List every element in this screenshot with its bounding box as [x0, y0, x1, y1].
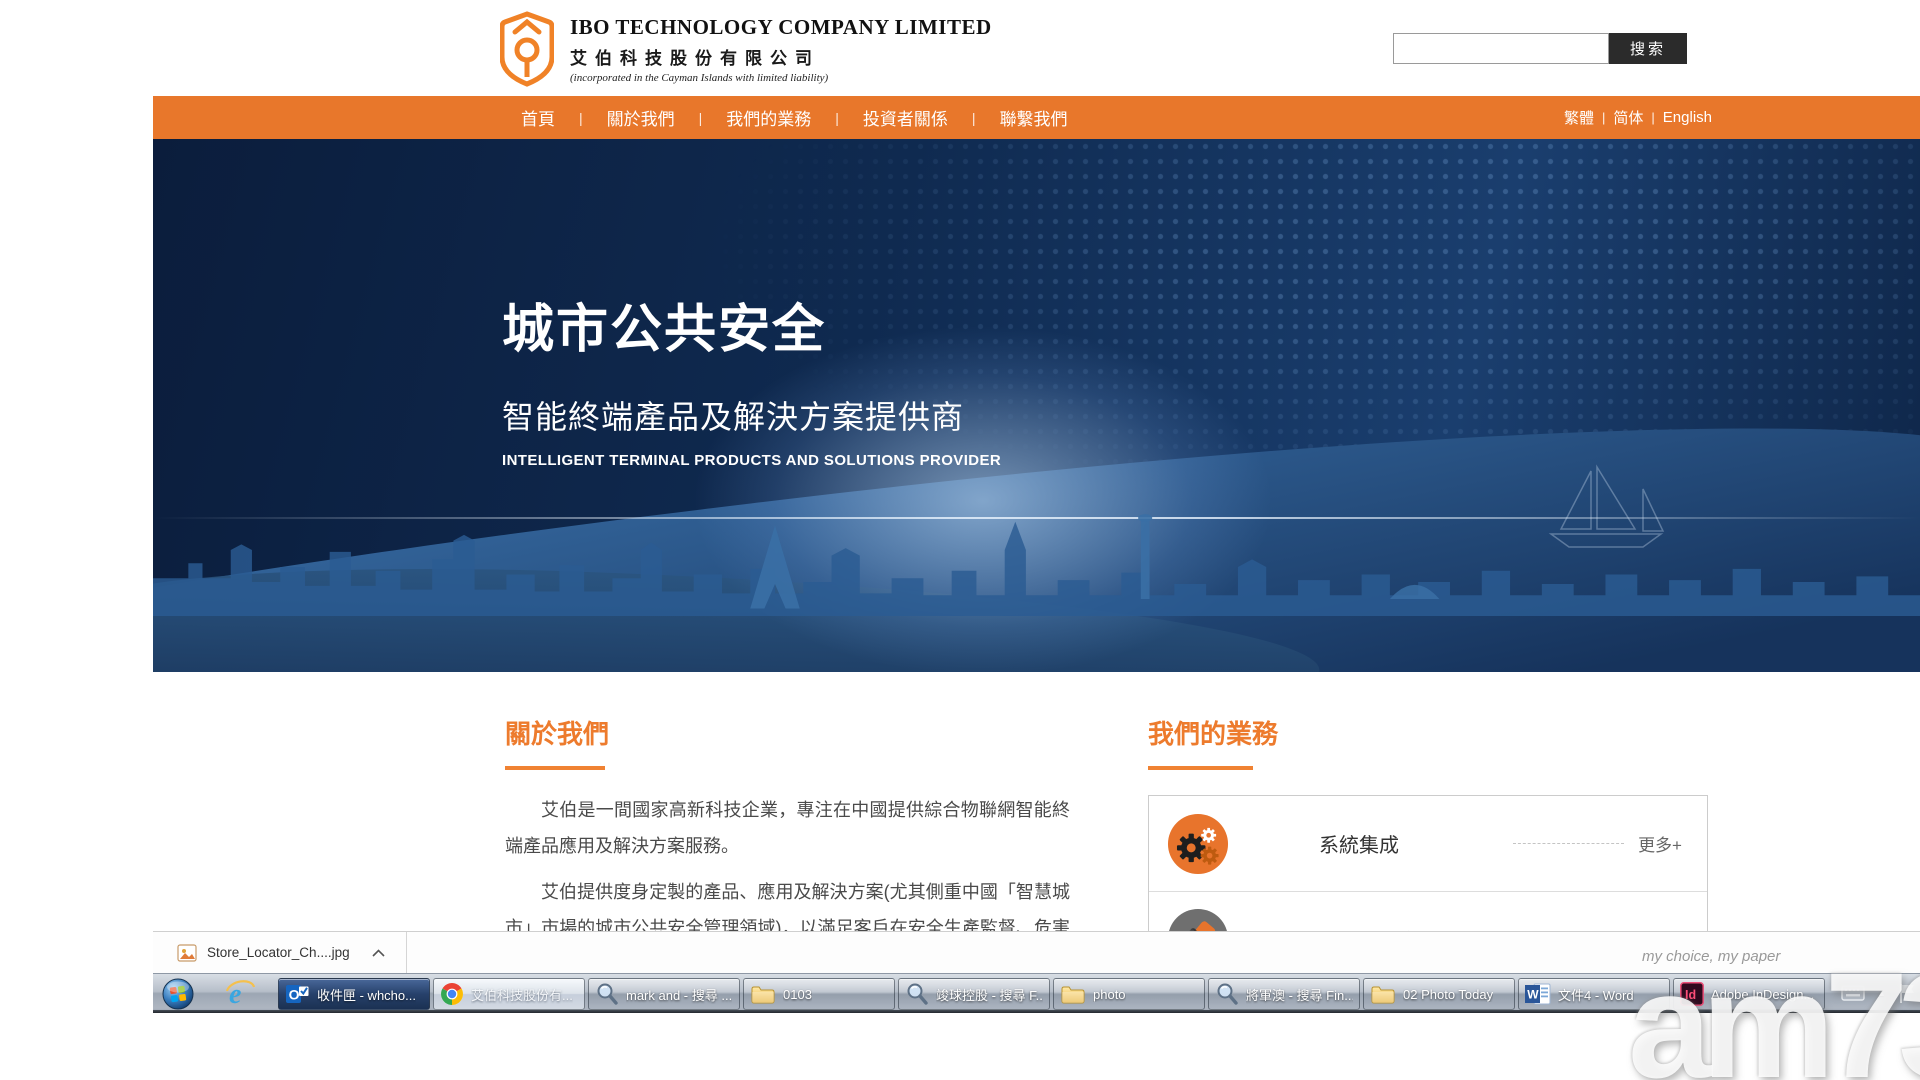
folder-icon — [1060, 982, 1086, 1006]
folder-icon — [750, 982, 776, 1006]
nav-divider: | — [699, 110, 703, 126]
image-file-icon — [177, 943, 197, 963]
keyboard-input-icon[interactable] — [1841, 985, 1865, 1001]
hero-subtitle-en: INTELLIGENT TERMINAL PRODUCTS AND SOLUTI… — [502, 452, 1001, 469]
lang-divider: | — [1651, 110, 1654, 125]
taskbar-button-label: 將軍澳 - 搜尋 Fin... — [1246, 985, 1353, 1004]
language-switcher: 繁體 | 简体 | English — [1564, 96, 1712, 139]
svg-text:W: W — [1527, 988, 1539, 1002]
search-magnifier-icon — [595, 982, 619, 1006]
taskbar-button-label: 竣球控股 - 搜尋 F... — [936, 985, 1043, 1004]
taskbar-buttons: O 收件匣 - whcho... — [278, 978, 1825, 1010]
taskbar-button-label: 文件4 - Word — [1558, 985, 1634, 1004]
chrome-icon — [440, 982, 464, 1006]
nav-item-investor-relations[interactable]: 投資者關係 — [863, 105, 948, 130]
sailing-ship-sketch — [1531, 459, 1681, 554]
outlook-icon: O — [285, 982, 310, 1006]
hero-banner: 城市公共安全 智能終端產品及解決方案提供商 INTELLIGENT TERMIN… — [153, 139, 1920, 672]
taskbar-button-label: 艾伯科技股份有... — [471, 985, 573, 1004]
action-center-flag-icon[interactable] — [1898, 982, 1916, 1004]
company-logo[interactable]: IBO TECHNOLOGY COMPANY LIMITED 艾伯科技股份有限公… — [500, 11, 992, 87]
taskbar-button-search-tko[interactable]: 將軍澳 - 搜尋 Fin... — [1208, 978, 1360, 1010]
taskbar-button-label: Adobe InDesign... — [1711, 987, 1814, 1002]
taskbar-button-word[interactable]: W 文件4 - Word — [1518, 978, 1670, 1010]
company-name-zh: 艾伯科技股份有限公司 — [570, 44, 992, 69]
svg-text:O: O — [289, 987, 300, 1003]
search-box: 搜索 — [1393, 33, 1687, 64]
system-tray: ▲ — [1841, 974, 1918, 1011]
taskbar-button-label: photo — [1093, 987, 1126, 1002]
search-button[interactable]: 搜索 — [1609, 33, 1687, 64]
business-heading-underline — [1148, 766, 1253, 770]
internet-explorer-icon[interactable]: e — [215, 976, 265, 1012]
nav-divider: | — [835, 110, 839, 126]
about-paragraph-1: 艾伯是一間國家高新科技企業，專注在中國提供綜合物聯網智能終端產品應用及解決方案服… — [505, 792, 1070, 864]
business-item-label: 系統集成 — [1319, 829, 1499, 858]
main-navbar: 首頁 | 關於我們 | 我們的業務 | 投資者關係 | 聯繫我們 繁體 | 简体… — [153, 96, 1920, 139]
taskbar-button-label: 02 Photo Today — [1403, 987, 1493, 1002]
nav-item-contact[interactable]: 聯繫我們 — [1000, 105, 1068, 130]
taskbar-button-folder-0103[interactable]: 0103 — [743, 978, 895, 1010]
taskbar-button-chrome[interactable]: 艾伯科技股份有... — [433, 978, 585, 1010]
word-icon: W — [1525, 982, 1551, 1006]
taskbar-button-label: mark and - 搜尋 ... — [626, 985, 732, 1004]
lang-traditional[interactable]: 繁體 — [1564, 107, 1594, 128]
nav-item-business[interactable]: 我們的業務 — [726, 105, 811, 130]
search-magnifier-icon — [1215, 982, 1239, 1006]
show-hidden-icons-button[interactable]: ▲ — [1877, 988, 1886, 998]
taskbar-button-search-mark-and[interactable]: mark and - 搜尋 ... — [588, 978, 740, 1010]
site-header: IBO TECHNOLOGY COMPANY LIMITED 艾伯科技股份有限公… — [0, 0, 1920, 96]
lang-divider: | — [1602, 110, 1605, 125]
taskbar-button-indesign[interactable]: Id Adobe InDesign... — [1673, 978, 1825, 1010]
downloaded-file-name: Store_Locator_Ch....jpg — [207, 945, 350, 960]
dashed-divider — [1513, 843, 1624, 844]
gears-icon — [1167, 813, 1229, 875]
downloaded-file-item[interactable]: Store_Locator_Ch....jpg — [177, 943, 350, 963]
lang-simplified[interactable]: 简体 — [1613, 107, 1643, 128]
nav-divider: | — [579, 110, 583, 126]
nav-item-home[interactable]: 首頁 — [521, 105, 555, 130]
more-link[interactable]: 更多+ — [1638, 831, 1682, 856]
about-heading-underline — [505, 766, 605, 770]
hero-text-block: 城市公共安全 智能終端產品及解決方案提供商 INTELLIGENT TERMIN… — [502, 287, 1001, 469]
taskbar-button-folder-photo-today[interactable]: 02 Photo Today — [1363, 978, 1515, 1010]
taskbar-button-label: 收件匣 - whcho... — [317, 985, 416, 1004]
about-heading: 關於我們 — [505, 714, 1070, 751]
taskbar-button-label: 0103 — [783, 987, 812, 1002]
shield-logo-icon — [500, 11, 554, 87]
nav-items: 首頁 | 關於我們 | 我們的業務 | 投資者關係 | 聯繫我們 — [521, 96, 1068, 139]
taskbar-button-search-holdings[interactable]: 竣球控股 - 搜尋 F... — [898, 978, 1050, 1010]
business-heading: 我們的業務 — [1148, 714, 1708, 751]
windows-taskbar: e O 收件匣 - whcho... — [153, 973, 1920, 1013]
indesign-icon: Id — [1680, 982, 1704, 1006]
search-magnifier-icon — [905, 982, 929, 1006]
nav-item-about[interactable]: 關於我們 — [607, 105, 675, 130]
nav-divider: | — [972, 110, 976, 126]
download-shelf: Store_Locator_Ch....jpg — [153, 931, 1920, 973]
company-name-en: IBO TECHNOLOGY COMPANY LIMITED — [570, 15, 992, 40]
start-button[interactable] — [162, 978, 194, 1010]
lang-english[interactable]: English — [1663, 109, 1712, 126]
taskbar-button-outlook[interactable]: O 收件匣 - whcho... — [278, 978, 430, 1010]
chevron-up-icon[interactable] — [366, 940, 392, 966]
taskbar-button-folder-photo[interactable]: photo — [1053, 978, 1205, 1010]
company-name-block: IBO TECHNOLOGY COMPANY LIMITED 艾伯科技股份有限公… — [570, 11, 992, 84]
hero-subtitle-zh: 智能終端產品及解決方案提供商 — [502, 392, 1001, 438]
company-incorporation-note: (incorporated in the Cayman Islands with… — [570, 72, 992, 84]
shelf-divider — [406, 932, 407, 974]
svg-text:Id: Id — [1685, 988, 1696, 1002]
folder-icon — [1370, 982, 1396, 1006]
desktop-screenshot: IBO TECHNOLOGY COMPANY LIMITED 艾伯科技股份有限公… — [0, 0, 1920, 1080]
hero-title: 城市公共安全 — [502, 287, 1001, 362]
business-item-system-integration[interactable]: 系統集成 更多+ — [1149, 796, 1707, 891]
search-input[interactable] — [1393, 33, 1609, 64]
